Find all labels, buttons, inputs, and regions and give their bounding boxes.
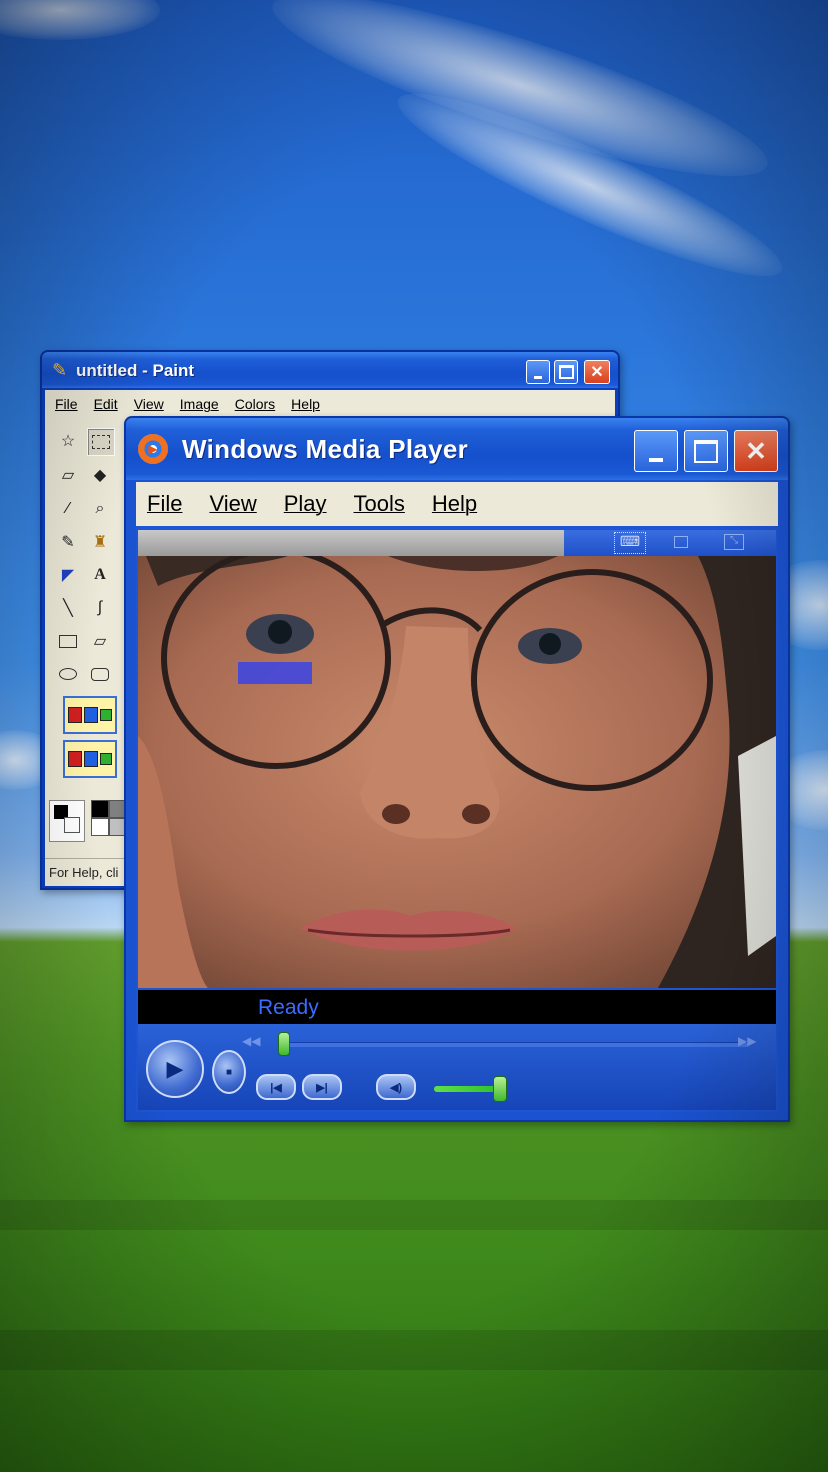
grass-shadow: [0, 1330, 828, 1370]
color-palette: [49, 800, 129, 848]
mute-button[interactable]: ◀): [376, 1074, 416, 1100]
current-colors-icon[interactable]: [49, 800, 85, 842]
brush-icon[interactable]: ♜: [87, 529, 113, 555]
volume-level: [434, 1086, 499, 1092]
fill-bucket-icon[interactable]: ◆: [87, 462, 113, 488]
volume-thumb[interactable]: [492, 1076, 507, 1102]
minimize-button[interactable]: [634, 430, 678, 472]
stop-button[interactable]: ■: [212, 1050, 246, 1094]
menu-file[interactable]: File: [55, 396, 78, 412]
color-picker-icon[interactable]: ⁄: [55, 496, 81, 522]
video-frame: [138, 556, 776, 988]
seek-bar[interactable]: [278, 1042, 748, 1047]
menu-play[interactable]: Play: [284, 491, 327, 517]
grass-shadow: [0, 1200, 828, 1230]
tooltip-icon[interactable]: ⌨: [614, 532, 646, 554]
polygon-icon[interactable]: ▱: [87, 628, 113, 654]
wmp-window: ▶ Windows Media Player ✕ File View Play …: [124, 416, 790, 1122]
wmp-top-strip: ⌨ ⤡: [138, 530, 776, 556]
paint-menubar: File Edit View Image Colors Help: [45, 390, 615, 418]
opaque-option-icon[interactable]: [63, 740, 117, 778]
close-icon: ✕: [590, 364, 604, 381]
rect-select-icon[interactable]: [87, 428, 115, 456]
fast-forward-icon[interactable]: ▶▶: [738, 1034, 756, 1048]
wmp-app-icon: ▶: [138, 434, 168, 464]
play-button[interactable]: ▶: [146, 1040, 204, 1098]
wmp-status-bar: Ready: [138, 990, 776, 1024]
close-button[interactable]: ✕: [734, 430, 778, 472]
airbrush-icon[interactable]: ◤: [55, 562, 81, 588]
transparent-option-icon[interactable]: [63, 696, 117, 734]
free-select-icon[interactable]: ☆: [55, 428, 81, 454]
previous-button[interactable]: |◀: [256, 1074, 296, 1100]
playback-controls: ▶ ■ |◀ ▶| ◀) ◀◀ ▶▶: [138, 1024, 776, 1110]
palette-swatch-black[interactable]: [91, 800, 109, 818]
menu-help[interactable]: Help: [291, 396, 320, 412]
paint-titlebar[interactable]: ✎ untitled - Paint ✕: [42, 352, 618, 388]
menu-file[interactable]: File: [147, 491, 182, 517]
magnifier-icon[interactable]: ⌕: [87, 496, 113, 522]
wmp-menubar: File View Play Tools Help: [136, 482, 778, 526]
cloud: [0, 0, 160, 40]
minimize-button[interactable]: [526, 360, 550, 384]
menu-view[interactable]: View: [209, 491, 256, 517]
text-icon[interactable]: A: [87, 562, 113, 588]
menu-help[interactable]: Help: [432, 491, 477, 517]
maximize-icon: [558, 365, 574, 379]
menu-edit[interactable]: Edit: [94, 396, 118, 412]
close-button[interactable]: ✕: [584, 360, 610, 384]
palette-swatch-white[interactable]: [91, 818, 109, 836]
play-icon: ▶: [166, 1056, 184, 1081]
window-title: Windows Media Player: [182, 434, 469, 464]
curve-icon[interactable]: ∫: [87, 595, 113, 621]
rewind-icon[interactable]: ◀◀: [242, 1034, 260, 1048]
close-icon: ✕: [745, 435, 767, 466]
full-screen-icon[interactable]: ⤡: [724, 534, 744, 550]
maximize-button[interactable]: [554, 360, 578, 384]
previous-icon: |◀: [270, 1081, 282, 1094]
video-display[interactable]: [138, 556, 776, 988]
menu-colors[interactable]: Colors: [235, 396, 275, 412]
next-button[interactable]: ▶|: [302, 1074, 342, 1100]
maximize-icon: [694, 439, 718, 463]
menu-image[interactable]: Image: [180, 396, 219, 412]
paint-app-icon: ✎: [52, 360, 68, 380]
menu-view[interactable]: View: [134, 396, 164, 412]
menu-tools[interactable]: Tools: [354, 491, 405, 517]
speaker-icon: ◀): [389, 1081, 403, 1094]
ellipse-icon[interactable]: [55, 661, 81, 687]
minimize-icon: [534, 375, 542, 379]
stop-icon: ■: [225, 1066, 233, 1078]
next-icon: ▶|: [316, 1081, 328, 1094]
line-icon[interactable]: ╲: [55, 595, 81, 621]
eraser-icon[interactable]: ▱: [55, 462, 81, 488]
wmp-view-buttons-area: ⌨ ⤡: [564, 530, 776, 556]
maximize-button[interactable]: [684, 430, 728, 472]
window-title: untitled - Paint: [76, 361, 195, 380]
rounded-rect-icon[interactable]: [87, 661, 113, 687]
seek-thumb[interactable]: [278, 1032, 290, 1056]
toolbox: ☆ ▱ ◆ ⁄ ⌕ ✎ ♜ ◤ A ╲ ∫ ▱: [53, 426, 117, 796]
wmp-player-area: ⌨ ⤡ Ready ▶ ■ |◀ ▶| ◀) ◀◀ ▶▶: [136, 526, 778, 1112]
rectangle-icon[interactable]: [55, 628, 81, 654]
playback-status: Ready: [258, 996, 319, 1019]
minimize-icon: [649, 458, 663, 462]
compact-view-icon[interactable]: [674, 536, 688, 548]
pencil-icon[interactable]: ✎: [55, 529, 81, 555]
wmp-titlebar[interactable]: ▶ Windows Media Player ✕: [126, 418, 788, 480]
